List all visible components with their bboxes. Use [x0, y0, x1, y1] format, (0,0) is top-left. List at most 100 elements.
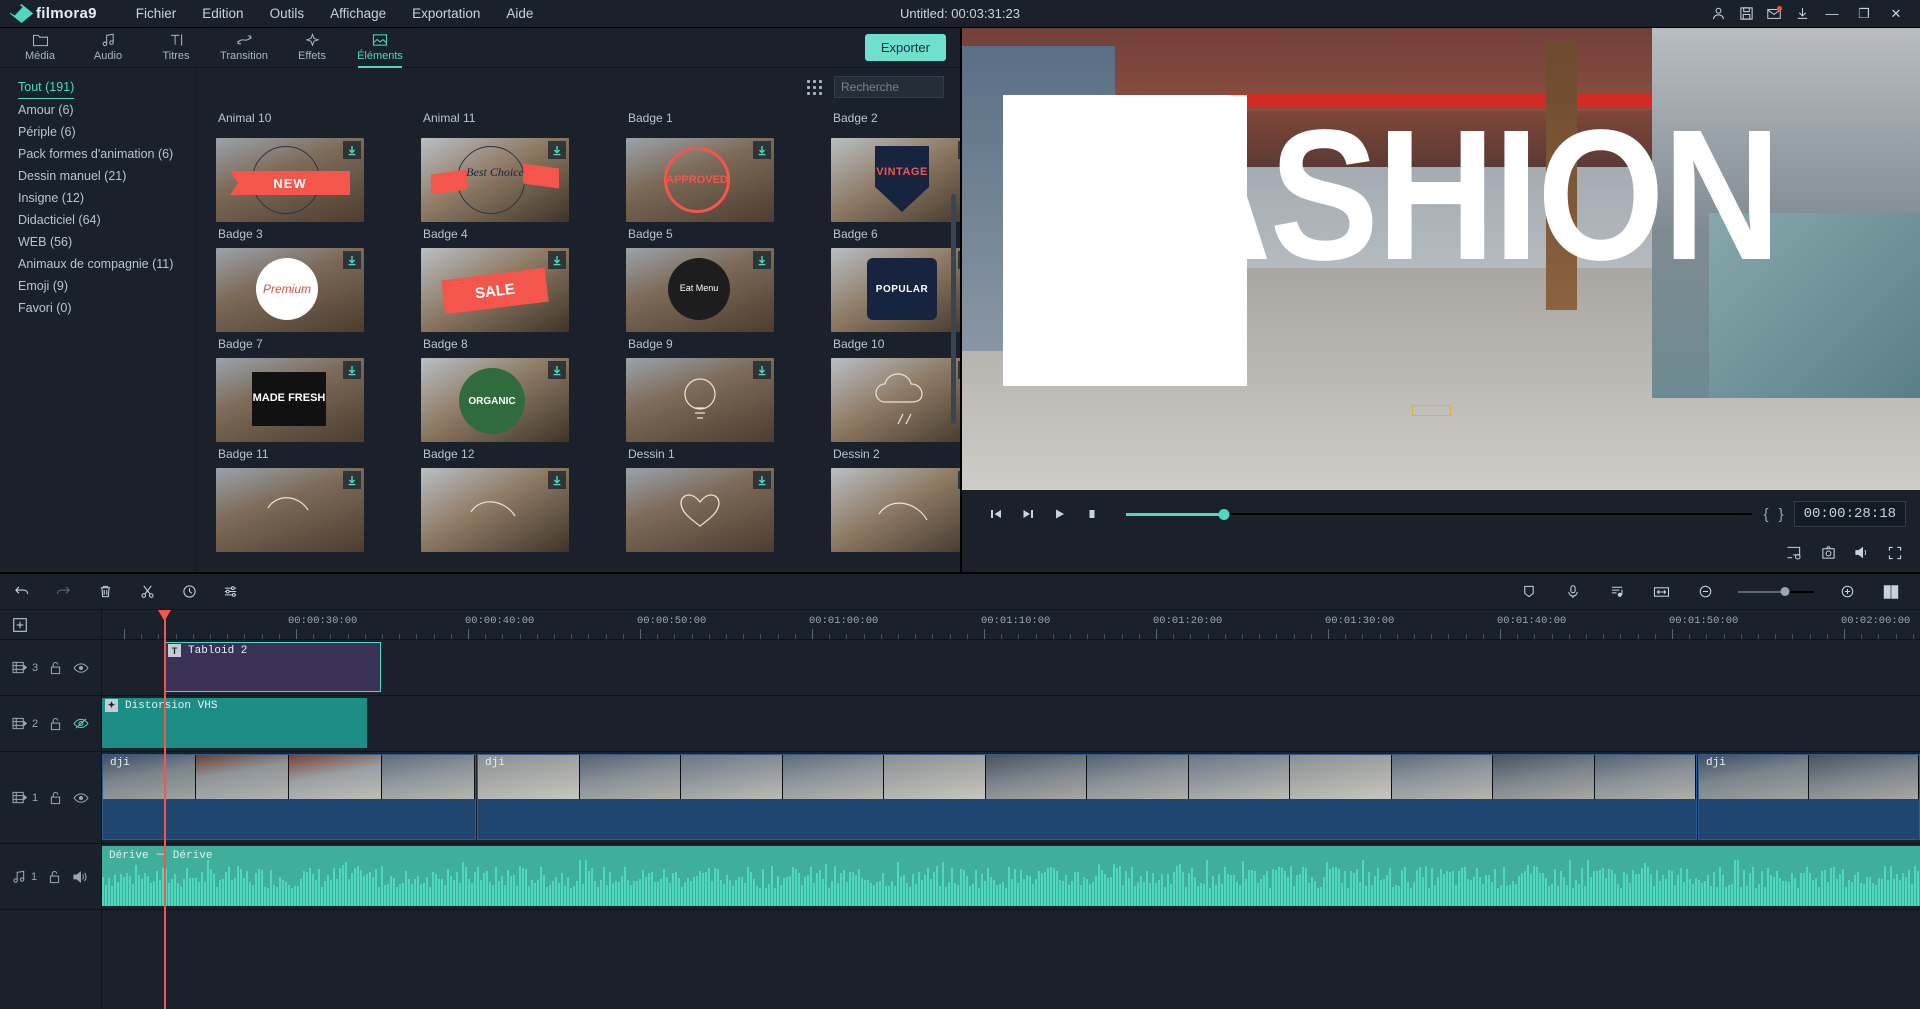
preview-timecode[interactable]: 00:00:28:18	[1794, 501, 1906, 527]
asset-grid-scroll[interactable]: ‹ Animal 10 Animal 11 Badge 1 Badge 2	[196, 106, 960, 572]
add-track-button[interactable]	[0, 610, 101, 640]
category-emoji[interactable]: Emoji (9)	[0, 275, 195, 297]
audio-mixer-button[interactable]	[1596, 574, 1638, 610]
asset-cell[interactable]	[831, 468, 960, 552]
eye-visible-icon[interactable]	[73, 662, 89, 674]
download-icon[interactable]	[1788, 0, 1816, 28]
asset-cell[interactable]	[216, 468, 381, 552]
asset-thumbnail[interactable]: MADE FRESH	[216, 358, 364, 442]
stop-button[interactable]	[1076, 499, 1108, 529]
unlock-icon[interactable]	[48, 870, 61, 884]
eye-hidden-icon[interactable]	[73, 717, 89, 730]
asset-thumbnail[interactable]: Eat Menu	[626, 248, 774, 332]
play-button[interactable]	[1044, 499, 1076, 529]
eye-visible-icon[interactable]	[73, 792, 89, 804]
restore-button[interactable]: ❐	[1848, 0, 1880, 28]
mark-in-button[interactable]: {	[1764, 506, 1769, 523]
clip-derive-audio[interactable]: Dérive － Dérive	[102, 846, 1920, 906]
undo-button[interactable]	[0, 574, 42, 610]
download-icon[interactable]	[753, 361, 771, 379]
zoom-knob[interactable]	[1781, 587, 1790, 596]
download-icon[interactable]	[958, 141, 960, 159]
clip-dji-3[interactable]: dji	[1698, 754, 1920, 840]
timeline-tracks-area[interactable]: 00:00:30:00 00:00:40:00 00:00:50:00 00:0…	[102, 610, 1920, 1009]
speaker-icon[interactable]	[72, 870, 88, 884]
asset-thumbnail[interactable]: ORGANIC	[421, 358, 569, 442]
category-favori[interactable]: Favori (0)	[0, 297, 195, 319]
previous-frame-button[interactable]	[980, 499, 1012, 529]
track-row-audio-1[interactable]: Dérive － Dérive	[102, 844, 1920, 910]
asset-cell-badge-9[interactable]: Eat Menu Badge 9	[626, 248, 791, 358]
asset-cell-badge-3[interactable]: NEW Badge 3	[216, 138, 381, 248]
download-icon[interactable]	[753, 141, 771, 159]
track-row-video-3[interactable]: T Tabloid 2	[102, 640, 1920, 696]
download-icon[interactable]	[958, 471, 960, 489]
track-header-video-2[interactable]: 2	[0, 696, 101, 752]
search-box[interactable]	[834, 76, 944, 98]
asset-cell[interactable]: Animal 11	[421, 106, 586, 132]
menu-item-affichage[interactable]: Affichage	[317, 2, 399, 25]
download-icon[interactable]	[343, 471, 361, 489]
tab-effets[interactable]: Effets	[278, 28, 346, 68]
playback-progress-slider[interactable]	[1126, 504, 1752, 524]
asset-thumbnail[interactable]	[216, 468, 364, 552]
menu-item-edition[interactable]: Edition	[189, 2, 256, 25]
asset-cell-badge-5[interactable]: APPROVED Badge 5	[626, 138, 791, 248]
save-icon[interactable]	[1732, 0, 1760, 28]
track-header-video-1[interactable]: 1	[0, 752, 101, 844]
asset-thumbnail[interactable]	[626, 358, 774, 442]
download-icon[interactable]	[548, 141, 566, 159]
category-pack-formes-animation[interactable]: Pack formes d'animation (6)	[0, 143, 195, 165]
unlock-icon[interactable]	[49, 791, 62, 805]
tab-media[interactable]: Média	[6, 28, 74, 68]
category-amour[interactable]: Amour (6)	[0, 99, 195, 121]
close-button[interactable]: ✕	[1880, 0, 1912, 28]
minimize-button[interactable]: —	[1816, 0, 1848, 28]
category-animaux-de-compagnie[interactable]: Animaux de compagnie (11)	[0, 253, 195, 275]
timeline-zoom-slider[interactable]	[1738, 585, 1814, 599]
asset-cell-badge-4[interactable]: Best Choice Badge 4	[421, 138, 586, 248]
next-frame-button[interactable]	[1012, 499, 1044, 529]
zoom-in-button[interactable]	[1826, 574, 1868, 610]
download-icon[interactable]	[548, 251, 566, 269]
download-icon[interactable]	[343, 361, 361, 379]
unlock-icon[interactable]	[49, 717, 62, 731]
snapshot-button[interactable]	[1821, 545, 1836, 565]
tab-titres[interactable]: Titres	[142, 28, 210, 68]
split-button[interactable]	[126, 574, 168, 610]
voiceover-button[interactable]	[1552, 574, 1594, 610]
asset-cell-dessin-1[interactable]: Dessin 1	[626, 358, 791, 468]
track-header-video-3[interactable]: 3	[0, 640, 101, 696]
split-view-button[interactable]	[1870, 574, 1912, 610]
account-icon[interactable]	[1704, 0, 1732, 28]
asset-thumbnail[interactable]: VINTAGE	[831, 138, 960, 222]
asset-thumbnail[interactable]	[421, 468, 569, 552]
clip-dji-1[interactable]: dji	[102, 754, 476, 840]
speed-button[interactable]	[168, 574, 210, 610]
asset-cell-badge-11[interactable]: MADE FRESH Badge 11	[216, 358, 381, 468]
menu-item-exportation[interactable]: Exportation	[399, 2, 493, 25]
category-web[interactable]: WEB (56)	[0, 231, 195, 253]
progress-knob[interactable]	[1218, 509, 1229, 520]
asset-cell[interactable]: Badge 2	[831, 106, 960, 132]
asset-cell-badge-7[interactable]: Premium Badge 7	[216, 248, 381, 358]
category-didacticiel[interactable]: Didacticiel (64)	[0, 209, 195, 231]
download-icon[interactable]	[753, 471, 771, 489]
asset-cell-dessin-2[interactable]: Dessin 2	[831, 358, 960, 468]
tab-elements[interactable]: Éléments	[346, 28, 414, 68]
menu-item-outils[interactable]: Outils	[257, 2, 318, 25]
asset-thumbnail[interactable]: Premium	[216, 248, 364, 332]
track-row-video-2[interactable]: ✦ Distorsion VHS	[102, 696, 1920, 752]
category-insigne[interactable]: Insigne (12)	[0, 187, 195, 209]
mail-icon[interactable]	[1760, 0, 1788, 28]
asset-cell[interactable]	[626, 468, 791, 552]
marker-button[interactable]	[1508, 574, 1550, 610]
asset-cell[interactable]	[421, 468, 586, 552]
menu-item-fichier[interactable]: Fichier	[123, 2, 190, 25]
asset-cell-badge-6[interactable]: VINTAGE Badge 6	[831, 138, 960, 248]
playhead[interactable]	[164, 610, 166, 1009]
asset-cell-badge-8[interactable]: SALE Badge 8	[421, 248, 586, 358]
asset-thumbnail[interactable]	[831, 468, 960, 552]
tab-transition[interactable]: Transition	[210, 28, 278, 68]
asset-thumbnail[interactable]	[831, 358, 960, 442]
